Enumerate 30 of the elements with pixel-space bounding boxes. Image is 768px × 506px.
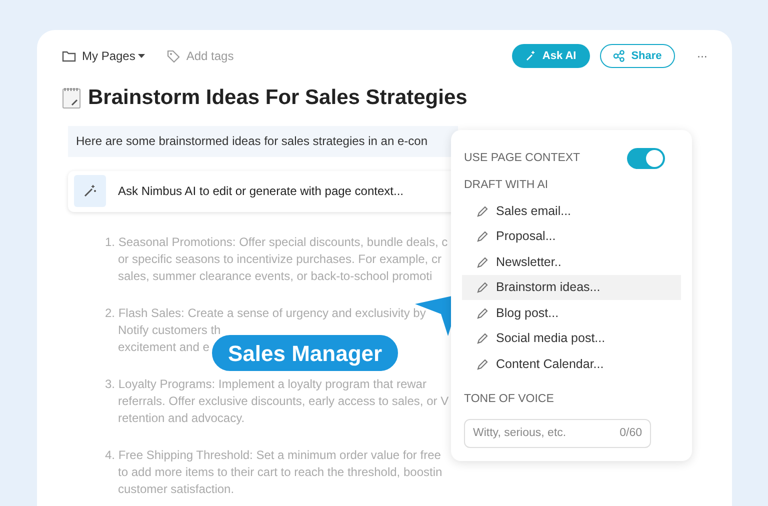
draft-menu-item[interactable]: Proposal... [462, 224, 681, 250]
section-label: USE PAGE CONTEXT [464, 150, 580, 166]
draft-menu-item[interactable]: Sales email... [462, 198, 681, 224]
list-text: or specific seasons to incentivize purchases. For example, cr [117, 250, 442, 268]
list-text: retention and advocacy. [117, 410, 245, 426]
list-text: 4. Free Shipping Threshold: Set a minimum order value for free [105, 446, 441, 464]
list-text: referrals. Offer exclusive discounts, early access to sales, or V [117, 392, 449, 410]
list-text: sales, summer clearance events, or back-to-school promoti [117, 268, 432, 284]
section-label: TONE OF VOICE [464, 392, 555, 407]
draft-menu-item[interactable]: Brainstorm ideas... [462, 274, 681, 300]
list-text: to add more items to their cart to reach the threshold, boostin [117, 464, 442, 480]
prompt-placeholder: Ask Nimbus AI to edit or generate with page context... [118, 183, 404, 200]
draft-menu-item[interactable]: Social media post... [462, 326, 681, 352]
draft-menu-item[interactable]: Newsletter.. [462, 249, 681, 275]
section-label: DRAFT WITH AI [464, 178, 550, 193]
more-button[interactable]: ··· [696, 47, 707, 65]
role-badge: Sales Manager [210, 333, 400, 373]
tone-input-field[interactable]: Witty, serious, etc. 0/60 [464, 419, 651, 448]
list-text: 3. Loyalty Programs: Implement a loyalty program that rewar [105, 376, 426, 392]
list-text: customer satisfaction. [117, 480, 234, 498]
list-text: excitement and e [117, 338, 210, 356]
page-title: Brainstorm Ideas For Sales Strategies [88, 85, 468, 111]
intro-text: Here are some brainstormed ideas for sales strategies in an e-con [76, 133, 428, 150]
draft-menu-item[interactable]: Blog post... [462, 300, 681, 326]
character-counter: 0/60 [620, 426, 642, 441]
draft-menu-item[interactable]: Content Calendar... [462, 351, 681, 377]
tone-placeholder: Witty, serious, etc. [473, 426, 566, 441]
list-text: 1. Seasonal Promotions: Offer special discounts, bundle deals, c [105, 234, 448, 250]
folder-dropdown[interactable]: My Pages [82, 47, 146, 65]
list-text: 2. Flash Sales: Create a sense of urgency and exclusivity by [105, 304, 426, 322]
